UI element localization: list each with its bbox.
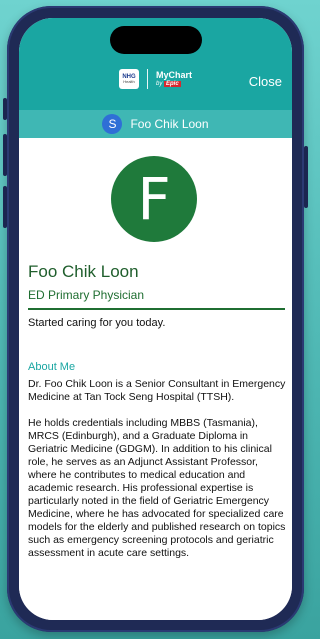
phone-frame: NHG Health MyChart by Epic Close S Foo C…: [3, 6, 308, 632]
dynamic-island: [109, 26, 202, 54]
epic-logo: Epic: [164, 81, 181, 87]
section-divider: [28, 308, 285, 310]
logo-divider: [146, 69, 148, 89]
phone-side-button: [304, 146, 308, 208]
patient-context-bar[interactable]: S Foo Chik Loon: [19, 110, 292, 138]
byline-by: by: [155, 81, 163, 87]
provider-details: F Foo Chik Loon ED Primary Physician Sta…: [19, 138, 292, 620]
epic-byline: by Epic: [156, 81, 181, 87]
phone-side-button: [3, 186, 7, 228]
provider-avatar: F: [111, 156, 197, 242]
care-status: Started caring for you today.: [28, 317, 166, 329]
provider-name: Foo Chik Loon: [28, 262, 139, 281]
provider-role: ED Primary Physician: [28, 288, 145, 302]
phone-screen: NHG Health MyChart by Epic Close S Foo C…: [19, 18, 292, 620]
about-body: Dr. Foo Chik Loon is a Senior Consultant…: [28, 378, 286, 573]
about-paragraph: Dr. Foo Chik Loon is a Senior Consultant…: [28, 378, 286, 403]
phone-side-button: [3, 134, 7, 176]
mychart-logo-text: MyChart: [155, 70, 192, 80]
close-button[interactable]: Close: [249, 74, 282, 89]
nhg-logo: NHG Health: [118, 69, 139, 89]
about-paragraph: He holds credentials including MBBS (Tas…: [28, 417, 286, 559]
patient-name: Foo Chik Loon: [130, 117, 209, 131]
mychart-logo: MyChart by Epic: [156, 71, 192, 87]
about-heading: About Me: [28, 361, 76, 373]
nhg-logo-subtext: Health: [123, 79, 135, 84]
phone-side-button: [3, 98, 7, 120]
patient-avatar: S: [102, 114, 123, 134]
